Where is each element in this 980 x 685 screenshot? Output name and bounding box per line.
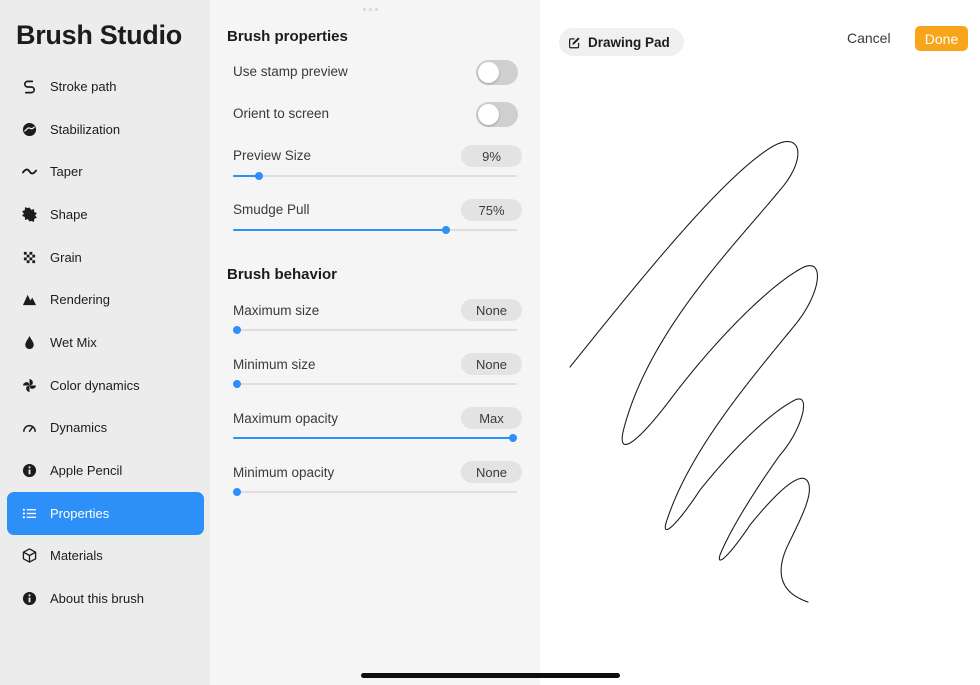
orient-to-screen-toggle[interactable] [476, 102, 518, 127]
minimum-opacity-value[interactable]: None [461, 461, 522, 483]
shape-icon [21, 206, 37, 222]
sidebar-item-materials[interactable]: Materials [7, 535, 204, 578]
sidebar-item-label: Stroke path [50, 78, 117, 94]
maximum-opacity-label: Maximum opacity [233, 411, 339, 426]
sidebar-item-label: Taper [50, 164, 83, 180]
slider-thumb[interactable] [254, 172, 263, 180]
maximum-opacity-slider[interactable] [233, 434, 517, 442]
sidebar-item-shape[interactable]: Shape [7, 193, 204, 236]
drawing-pad-canvas[interactable]: Drawing Pad Cancel Done [540, 0, 980, 685]
taper-icon [21, 164, 37, 180]
preview-size-label: Preview Size [233, 148, 312, 163]
sidebar-item-label: Wet Mix [50, 334, 97, 350]
sidebar-item-label: Color dynamics [50, 377, 140, 393]
sidebar-item-label: Stabilization [50, 121, 121, 137]
materials-icon [21, 548, 37, 564]
rendering-icon [21, 292, 37, 308]
slider-thumb[interactable] [509, 434, 517, 442]
sidebar-item-stroke-path[interactable]: Stroke path [7, 65, 204, 108]
sidebar-item-grain[interactable]: Grain [7, 236, 204, 279]
brush-stroke-preview [569, 141, 818, 603]
sidebar-item-label: Shape [50, 206, 88, 222]
minimum-size-label: Minimum size [233, 357, 316, 372]
app-title: Brush Studio [16, 20, 182, 50]
stabilization-icon [21, 121, 37, 137]
smudge-pull-label: Smudge Pull [233, 202, 310, 217]
sidebar-item-label: Apple Pencil [50, 463, 123, 479]
stroke-path-icon [21, 78, 37, 94]
minimum-opacity-slider[interactable] [233, 488, 517, 496]
sidebar: Brush Studio Stroke path Stabilization T… [0, 0, 210, 685]
sidebar-item-wet-mix[interactable]: Wet Mix [7, 321, 204, 364]
wet-mix-icon [21, 334, 37, 350]
minimum-opacity-label: Minimum opacity [233, 465, 335, 480]
minimum-size-slider[interactable] [233, 380, 517, 388]
sidebar-item-label: Dynamics [50, 420, 108, 436]
sidebar-item-dynamics[interactable]: Dynamics [7, 407, 204, 450]
smudge-pull-value[interactable]: 75% [461, 199, 522, 221]
brush-properties-heading: Brush properties [227, 28, 348, 45]
slider-thumb[interactable] [442, 226, 450, 234]
sidebar-item-label: Properties [50, 505, 110, 521]
panel-grabber[interactable] [363, 8, 385, 11]
use-stamp-preview-label: Use stamp preview [233, 64, 348, 79]
slider-thumb[interactable] [233, 380, 241, 388]
maximum-size-label: Maximum size [233, 303, 320, 318]
use-stamp-preview-toggle[interactable] [476, 60, 518, 85]
slider-thumb[interactable] [233, 488, 241, 496]
sidebar-item-taper[interactable]: Taper [7, 150, 204, 193]
preview-size-value[interactable]: 9% [461, 145, 522, 167]
preview-size-slider[interactable] [233, 172, 517, 180]
sidebar-item-rendering[interactable]: Rendering [7, 278, 204, 321]
sidebar-item-about-this-brush[interactable]: About this brush [7, 577, 204, 620]
grain-icon [21, 249, 37, 265]
minimum-size-value[interactable]: None [461, 353, 522, 375]
maximum-size-slider[interactable] [233, 326, 517, 334]
sidebar-item-label: Grain [50, 249, 82, 265]
orient-to-screen-label: Orient to screen [233, 106, 330, 121]
slider-thumb[interactable] [233, 326, 241, 334]
sidebar-item-stabilization[interactable]: Stabilization [7, 108, 204, 151]
properties-icon [21, 505, 37, 521]
sidebar-item-color-dynamics[interactable]: Color dynamics [7, 364, 204, 407]
brush-behavior-heading: Brush behavior [227, 266, 338, 283]
home-indicator[interactable] [361, 673, 620, 678]
info-icon [21, 591, 37, 607]
apple-pencil-icon [21, 463, 37, 479]
smudge-pull-slider[interactable] [233, 226, 517, 234]
dynamics-icon [21, 420, 37, 436]
maximum-size-value[interactable]: None [461, 299, 522, 321]
sidebar-item-label: Rendering [50, 292, 110, 308]
sidebar-item-label: Materials [50, 548, 103, 564]
maximum-opacity-value[interactable]: Max [461, 407, 522, 429]
properties-panel: Brush properties Use stamp preview Orien… [210, 0, 540, 685]
sidebar-nav: Stroke path Stabilization Taper Shape Gr… [7, 65, 204, 620]
sidebar-item-properties[interactable]: Properties [7, 491, 204, 535]
sidebar-item-apple-pencil[interactable]: Apple Pencil [7, 449, 204, 492]
sidebar-item-label: About this brush [50, 591, 144, 607]
color-dynamics-icon [21, 377, 37, 393]
